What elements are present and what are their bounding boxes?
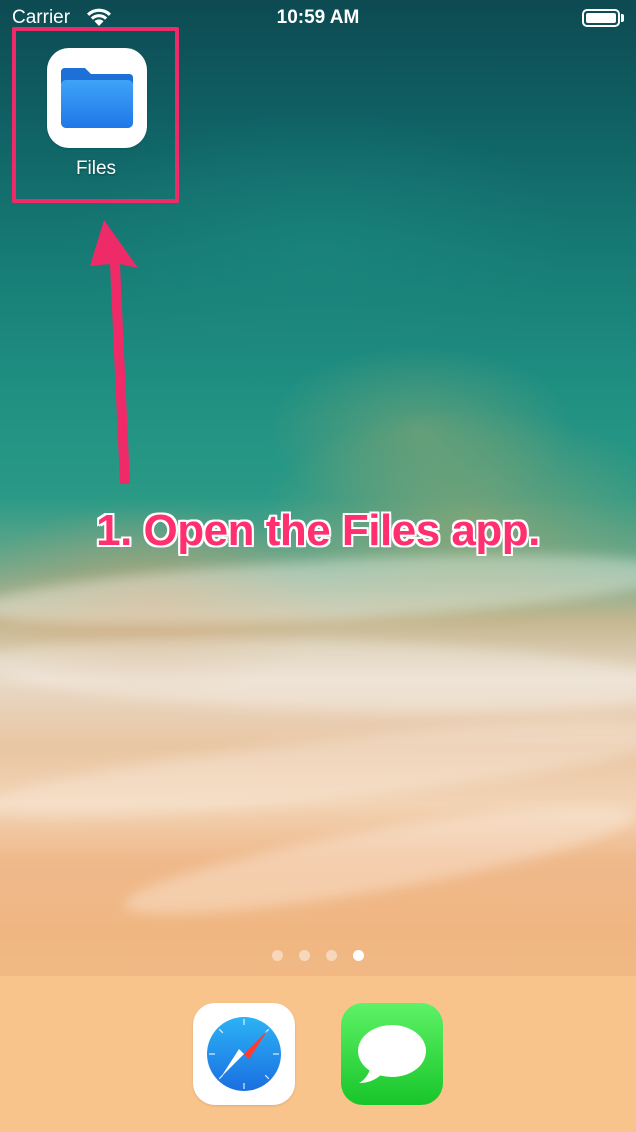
safari-app[interactable] <box>193 1003 295 1105</box>
battery-tip <box>621 14 624 22</box>
page-dot[interactable] <box>272 950 283 961</box>
app-files[interactable]: Files <box>44 48 148 188</box>
folder-icon <box>61 68 133 128</box>
clock-time: 10:59 AM <box>276 7 360 28</box>
annotation-arrow <box>90 220 138 484</box>
files-app-icon[interactable] <box>47 48 147 148</box>
speech-bubble-icon <box>358 1025 426 1083</box>
annotation-callout: 1. Open the Files app. <box>96 506 540 555</box>
battery-icon <box>582 9 620 27</box>
page-dot[interactable] <box>299 950 310 961</box>
wave-foam <box>0 541 636 639</box>
dock <box>0 976 636 1132</box>
page-indicator[interactable] <box>0 950 636 962</box>
page-dot[interactable] <box>326 950 337 961</box>
messages-app[interactable] <box>341 1003 443 1105</box>
wave-foam <box>0 627 636 723</box>
page-dot-active[interactable] <box>353 950 364 961</box>
app-label-files: Files <box>75 158 117 179</box>
safari-compass-icon <box>207 1017 281 1091</box>
